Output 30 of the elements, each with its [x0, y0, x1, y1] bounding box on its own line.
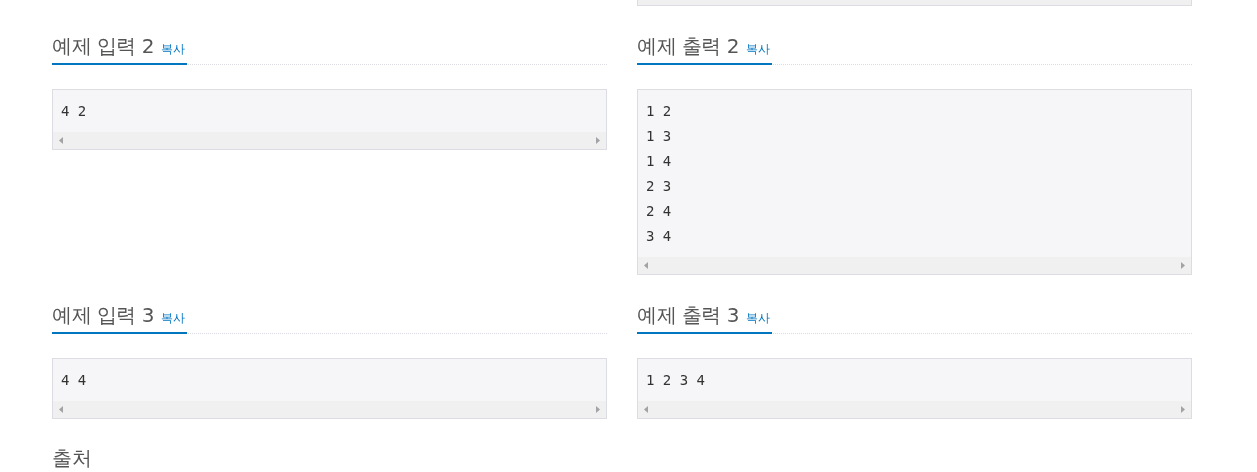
code-line: 4 2	[61, 102, 88, 121]
scroll-left-icon[interactable]	[644, 406, 648, 413]
scroll-right-icon[interactable]	[1181, 406, 1185, 413]
copy-link[interactable]: 복사	[160, 34, 185, 64]
section-title: 예제 출력 3	[637, 302, 739, 329]
section-title: 예제 입력 2	[52, 33, 154, 60]
code-line: 2 3	[646, 177, 673, 196]
scroll-right-icon[interactable]	[596, 137, 600, 144]
code-line: 1 2 3 4	[646, 371, 706, 390]
horizontal-scrollbar[interactable]	[53, 401, 606, 418]
section-title: 예제 출력 2	[637, 33, 739, 60]
horizontal-scrollbar[interactable]	[638, 257, 1191, 274]
copy-link[interactable]: 복사	[160, 303, 185, 333]
code-line: 1 2	[646, 102, 673, 121]
section-title: 출처	[52, 445, 93, 472]
code-line: 4 4	[61, 371, 88, 390]
code-line: 2 4	[646, 202, 673, 221]
horizontal-scrollbar[interactable]	[53, 132, 606, 149]
scroll-right-icon[interactable]	[1181, 262, 1185, 269]
scroll-left-icon[interactable]	[59, 406, 63, 413]
horizontal-scrollbar[interactable]	[638, 401, 1191, 418]
scroll-left-icon[interactable]	[644, 262, 648, 269]
copy-link[interactable]: 복사	[745, 303, 770, 333]
code-line: 1 3	[646, 127, 673, 146]
code-line: 3 4	[646, 227, 673, 246]
code-line: 1 4	[646, 152, 673, 171]
copy-link[interactable]: 복사	[745, 34, 770, 64]
scroll-left-icon[interactable]	[59, 137, 63, 144]
scroll-right-icon[interactable]	[596, 406, 600, 413]
section-title: 예제 입력 3	[52, 302, 154, 329]
